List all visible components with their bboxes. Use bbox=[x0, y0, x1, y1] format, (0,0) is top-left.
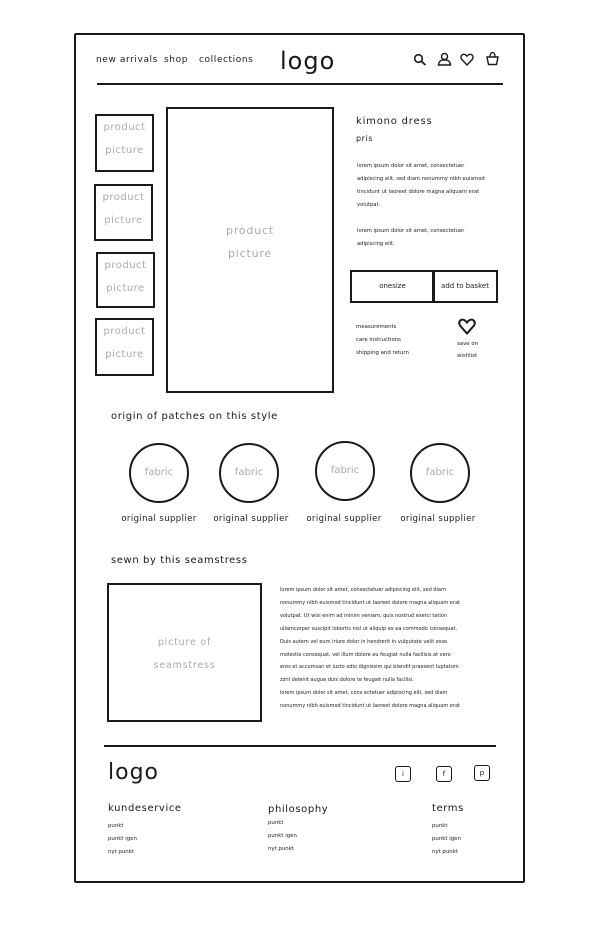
pinterest-icon[interactable]: p bbox=[474, 765, 490, 781]
main-picture-label: picture bbox=[227, 247, 273, 260]
header-divider bbox=[97, 83, 503, 85]
fabric-circle-3[interactable]: fabric bbox=[315, 441, 375, 501]
fabric-circle-4[interactable]: fabric bbox=[410, 443, 470, 503]
save-on-wishlist[interactable]: save on wishlist bbox=[457, 338, 478, 362]
seamstress-picture-label: seamstress bbox=[153, 660, 216, 671]
footer-column-kundeservice: kundeservice punkt punkt igen nyt punkt bbox=[108, 803, 182, 859]
supplier-label-3[interactable]: original supplier bbox=[298, 514, 390, 524]
thumbnail-2[interactable]: product picture bbox=[94, 184, 153, 241]
shipping-return-link[interactable]: shipping and return bbox=[356, 347, 409, 360]
user-icon[interactable] bbox=[437, 52, 452, 67]
footer-link[interactable]: nyt punkt bbox=[108, 846, 182, 859]
main-picture-label: product bbox=[226, 224, 274, 237]
thumbnail-label: product bbox=[103, 326, 146, 337]
nav-new-arrivals[interactable]: new arrivals bbox=[96, 55, 158, 65]
supplier-label-4[interactable]: original supplier bbox=[392, 514, 484, 524]
footer-link[interactable]: punkt bbox=[432, 820, 464, 833]
footer-link[interactable]: nyt punkt bbox=[268, 843, 328, 856]
footer-column-philosophy: philosophy punkt punkt igen nyt punkt bbox=[268, 804, 328, 856]
nav-collections[interactable]: collections bbox=[199, 55, 253, 65]
search-icon[interactable] bbox=[413, 53, 427, 67]
thumbnail-label: picture bbox=[105, 349, 144, 360]
supplier-label-1[interactable]: original supplier bbox=[113, 514, 205, 524]
basket-icon[interactable] bbox=[485, 51, 500, 66]
wishlist-heart-icon[interactable] bbox=[458, 318, 476, 335]
size-select[interactable]: onesize bbox=[350, 270, 435, 303]
footer-heading: philosophy bbox=[268, 804, 329, 815]
thumbnail-label: product bbox=[103, 122, 146, 133]
facebook-icon[interactable]: f bbox=[436, 766, 452, 782]
product-description-extra: lorem ipsum dolor sit amet, consectetuer… bbox=[357, 228, 465, 247]
thumbnail-label: picture bbox=[104, 215, 143, 226]
fabric-circle-1[interactable]: fabric bbox=[129, 443, 189, 503]
footer-link[interactable]: punkt igen bbox=[268, 830, 328, 843]
product-title: kimono dress bbox=[356, 116, 433, 127]
thumbnail-label: picture bbox=[106, 283, 145, 294]
product-links: measurements care instructions shipping … bbox=[356, 321, 409, 360]
footer-link[interactable]: punkt igen bbox=[108, 833, 182, 846]
footer-link[interactable]: punkt bbox=[108, 820, 182, 833]
thumbnail-1[interactable]: product picture bbox=[95, 114, 154, 172]
seamstress-picture[interactable]: picture of seamstress bbox=[107, 583, 262, 722]
add-to-basket-button[interactable]: add to basket bbox=[432, 270, 498, 303]
care-instructions-link[interactable]: care instructions bbox=[356, 334, 409, 347]
thumbnail-label: picture bbox=[105, 145, 144, 156]
measurements-link[interactable]: measurements bbox=[356, 321, 409, 334]
thumbnail-4[interactable]: product picture bbox=[95, 318, 154, 376]
header-logo[interactable]: logo bbox=[280, 47, 335, 75]
product-price: pris bbox=[356, 134, 374, 143]
heart-icon[interactable] bbox=[460, 53, 474, 66]
footer-link[interactable]: punkt igen bbox=[432, 833, 464, 846]
fabric-circle-2[interactable]: fabric bbox=[219, 443, 279, 503]
nav-shop[interactable]: shop bbox=[164, 55, 188, 65]
thumbnail-label: product bbox=[102, 192, 145, 203]
seamstress-bio: lorem ipsum dolor sit amet, consectetuer… bbox=[280, 587, 460, 710]
instagram-icon[interactable]: i bbox=[395, 766, 411, 782]
thumbnail-3[interactable]: product picture bbox=[96, 252, 155, 308]
footer-heading: kundeservice bbox=[108, 803, 182, 814]
footer-heading: terms bbox=[432, 803, 464, 814]
footer-logo[interactable]: logo bbox=[108, 760, 159, 785]
footer-link[interactable]: punkt bbox=[268, 817, 328, 830]
product-description: lorem ipsum dolor sit amet, consectetuer… bbox=[357, 163, 485, 208]
footer-divider bbox=[104, 745, 496, 747]
footer-column-terms: terms punkt punkt igen nyt punkt bbox=[432, 803, 464, 859]
main-product-picture[interactable]: product picture bbox=[166, 107, 334, 393]
footer-link[interactable]: nyt punkt bbox=[432, 846, 464, 859]
patches-heading: origin of patches on this style bbox=[111, 411, 278, 422]
seamstress-picture-label: picture of bbox=[157, 637, 212, 648]
seamstress-heading: sewn by this seamstress bbox=[111, 555, 248, 566]
supplier-label-2[interactable]: original supplier bbox=[205, 514, 297, 524]
thumbnail-label: product bbox=[104, 260, 147, 271]
